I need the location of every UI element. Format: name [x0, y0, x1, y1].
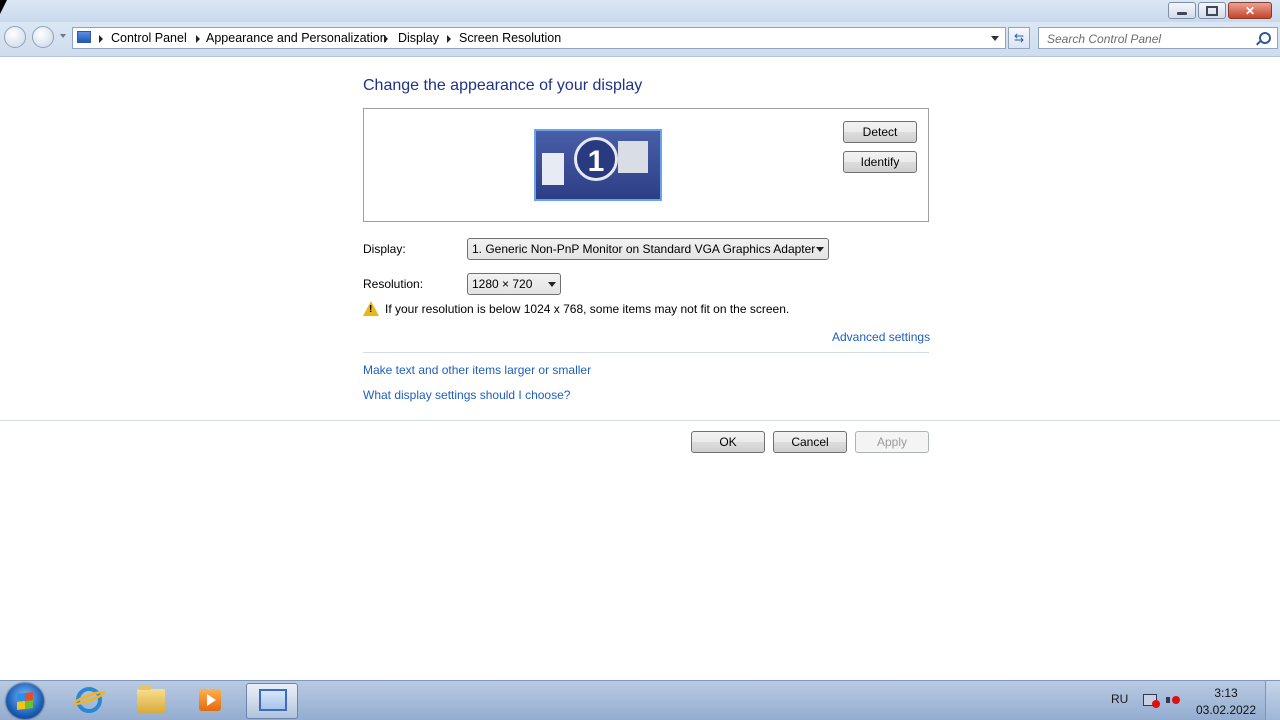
control-panel-icon	[259, 689, 287, 711]
search-icon[interactable]	[1259, 32, 1271, 44]
restore-button[interactable]	[1198, 2, 1226, 19]
forward-button[interactable]	[32, 26, 54, 48]
footer-divider	[0, 420, 1280, 421]
taskbar-control-panel[interactable]	[246, 683, 298, 719]
monitor-number: 1	[574, 137, 618, 181]
resolution-label: Resolution:	[363, 277, 424, 291]
volume-muted-icon[interactable]	[1166, 694, 1180, 706]
taskbar-windows-explorer[interactable]	[125, 683, 177, 719]
ok-button[interactable]: OK	[691, 431, 765, 453]
restore-icon	[1206, 5, 1218, 16]
divider	[363, 352, 929, 353]
minimize-icon	[1177, 12, 1187, 15]
text-size-link[interactable]: Make text and other items larger or smal…	[363, 363, 591, 377]
taskbar-media-player[interactable]	[185, 683, 237, 719]
mouse-cursor-icon	[0, 0, 7, 14]
identify-button[interactable]: Identify	[843, 151, 917, 173]
language-indicator[interactable]: RU	[1111, 692, 1128, 706]
display-select[interactable]: 1. Generic Non-PnP Monitor on Standard V…	[467, 238, 829, 260]
breadcrumb-screen-resolution[interactable]: Screen Resolution	[459, 31, 561, 45]
advanced-settings-link[interactable]: Advanced settings	[832, 330, 930, 344]
minimize-button[interactable]	[1168, 2, 1196, 19]
breadcrumb-separator-icon[interactable]	[384, 35, 388, 43]
page-title: Change the appearance of your display	[363, 77, 643, 94]
back-button[interactable]	[4, 26, 26, 48]
address-bar[interactable]: Control Panel Appearance and Personaliza…	[72, 27, 1006, 49]
start-button[interactable]	[6, 683, 44, 719]
breadcrumb-separator-icon[interactable]	[196, 35, 200, 43]
breadcrumb-separator-icon[interactable]	[99, 35, 103, 43]
clock-date: 03.02.2022	[1195, 703, 1257, 717]
chevron-down-icon	[548, 282, 556, 287]
refresh-icon: ⇆	[1013, 31, 1025, 45]
taskbar: RU 3:13 03.02.2022	[0, 680, 1280, 720]
clock[interactable]: 3:13 03.02.2022	[1188, 685, 1264, 719]
warning-icon: !	[363, 301, 379, 316]
media-player-icon	[199, 689, 221, 711]
monitor-window-graphic	[618, 141, 648, 173]
address-dropdown-icon[interactable]	[991, 36, 999, 41]
title-bar: ✕	[0, 0, 1280, 22]
breadcrumb-display[interactable]: Display	[398, 31, 439, 45]
window-controls: ✕	[1168, 2, 1272, 19]
close-icon: ✕	[1244, 3, 1256, 18]
apply-button[interactable]: Apply	[855, 431, 929, 453]
display-select-value: 1. Generic Non-PnP Monitor on Standard V…	[472, 242, 816, 256]
resolution-select-value: 1280 × 720	[472, 277, 533, 291]
folder-icon	[137, 685, 165, 713]
monitor-window-graphic	[542, 153, 564, 185]
control-panel-icon	[77, 31, 91, 43]
chevron-down-icon	[816, 247, 824, 252]
breadcrumb-control-panel[interactable]: Control Panel	[111, 31, 187, 45]
show-desktop-button[interactable]	[1265, 681, 1280, 720]
breadcrumb-appearance[interactable]: Appearance and Personalization	[206, 31, 387, 45]
monitor-preview-panel: 1 Detect Identify	[363, 108, 929, 222]
network-icon[interactable]	[1143, 694, 1160, 708]
navigation-bar: Control Panel Appearance and Personaliza…	[0, 22, 1280, 57]
cancel-button[interactable]: Cancel	[773, 431, 847, 453]
display-label: Display:	[363, 242, 406, 256]
resolution-select[interactable]: 1280 × 720	[467, 273, 561, 295]
close-button[interactable]: ✕	[1228, 2, 1272, 19]
detect-button[interactable]: Detect	[843, 121, 917, 143]
refresh-button[interactable]: ⇆	[1008, 27, 1030, 49]
taskbar-internet-explorer[interactable]	[64, 683, 116, 719]
clock-time: 3:13	[1214, 686, 1238, 700]
recent-pages-dropdown-icon[interactable]	[60, 34, 66, 38]
search-box[interactable]	[1038, 27, 1278, 49]
display-settings-help-link[interactable]: What display settings should I choose?	[363, 388, 570, 402]
internet-explorer-icon	[76, 687, 102, 713]
search-input[interactable]	[1045, 30, 1249, 48]
windows-logo-icon	[17, 692, 33, 710]
breadcrumb-separator-icon[interactable]	[447, 35, 451, 43]
resolution-warning-text: If your resolution is below 1024 x 768, …	[385, 302, 790, 316]
monitor-1-icon[interactable]: 1	[534, 129, 662, 201]
